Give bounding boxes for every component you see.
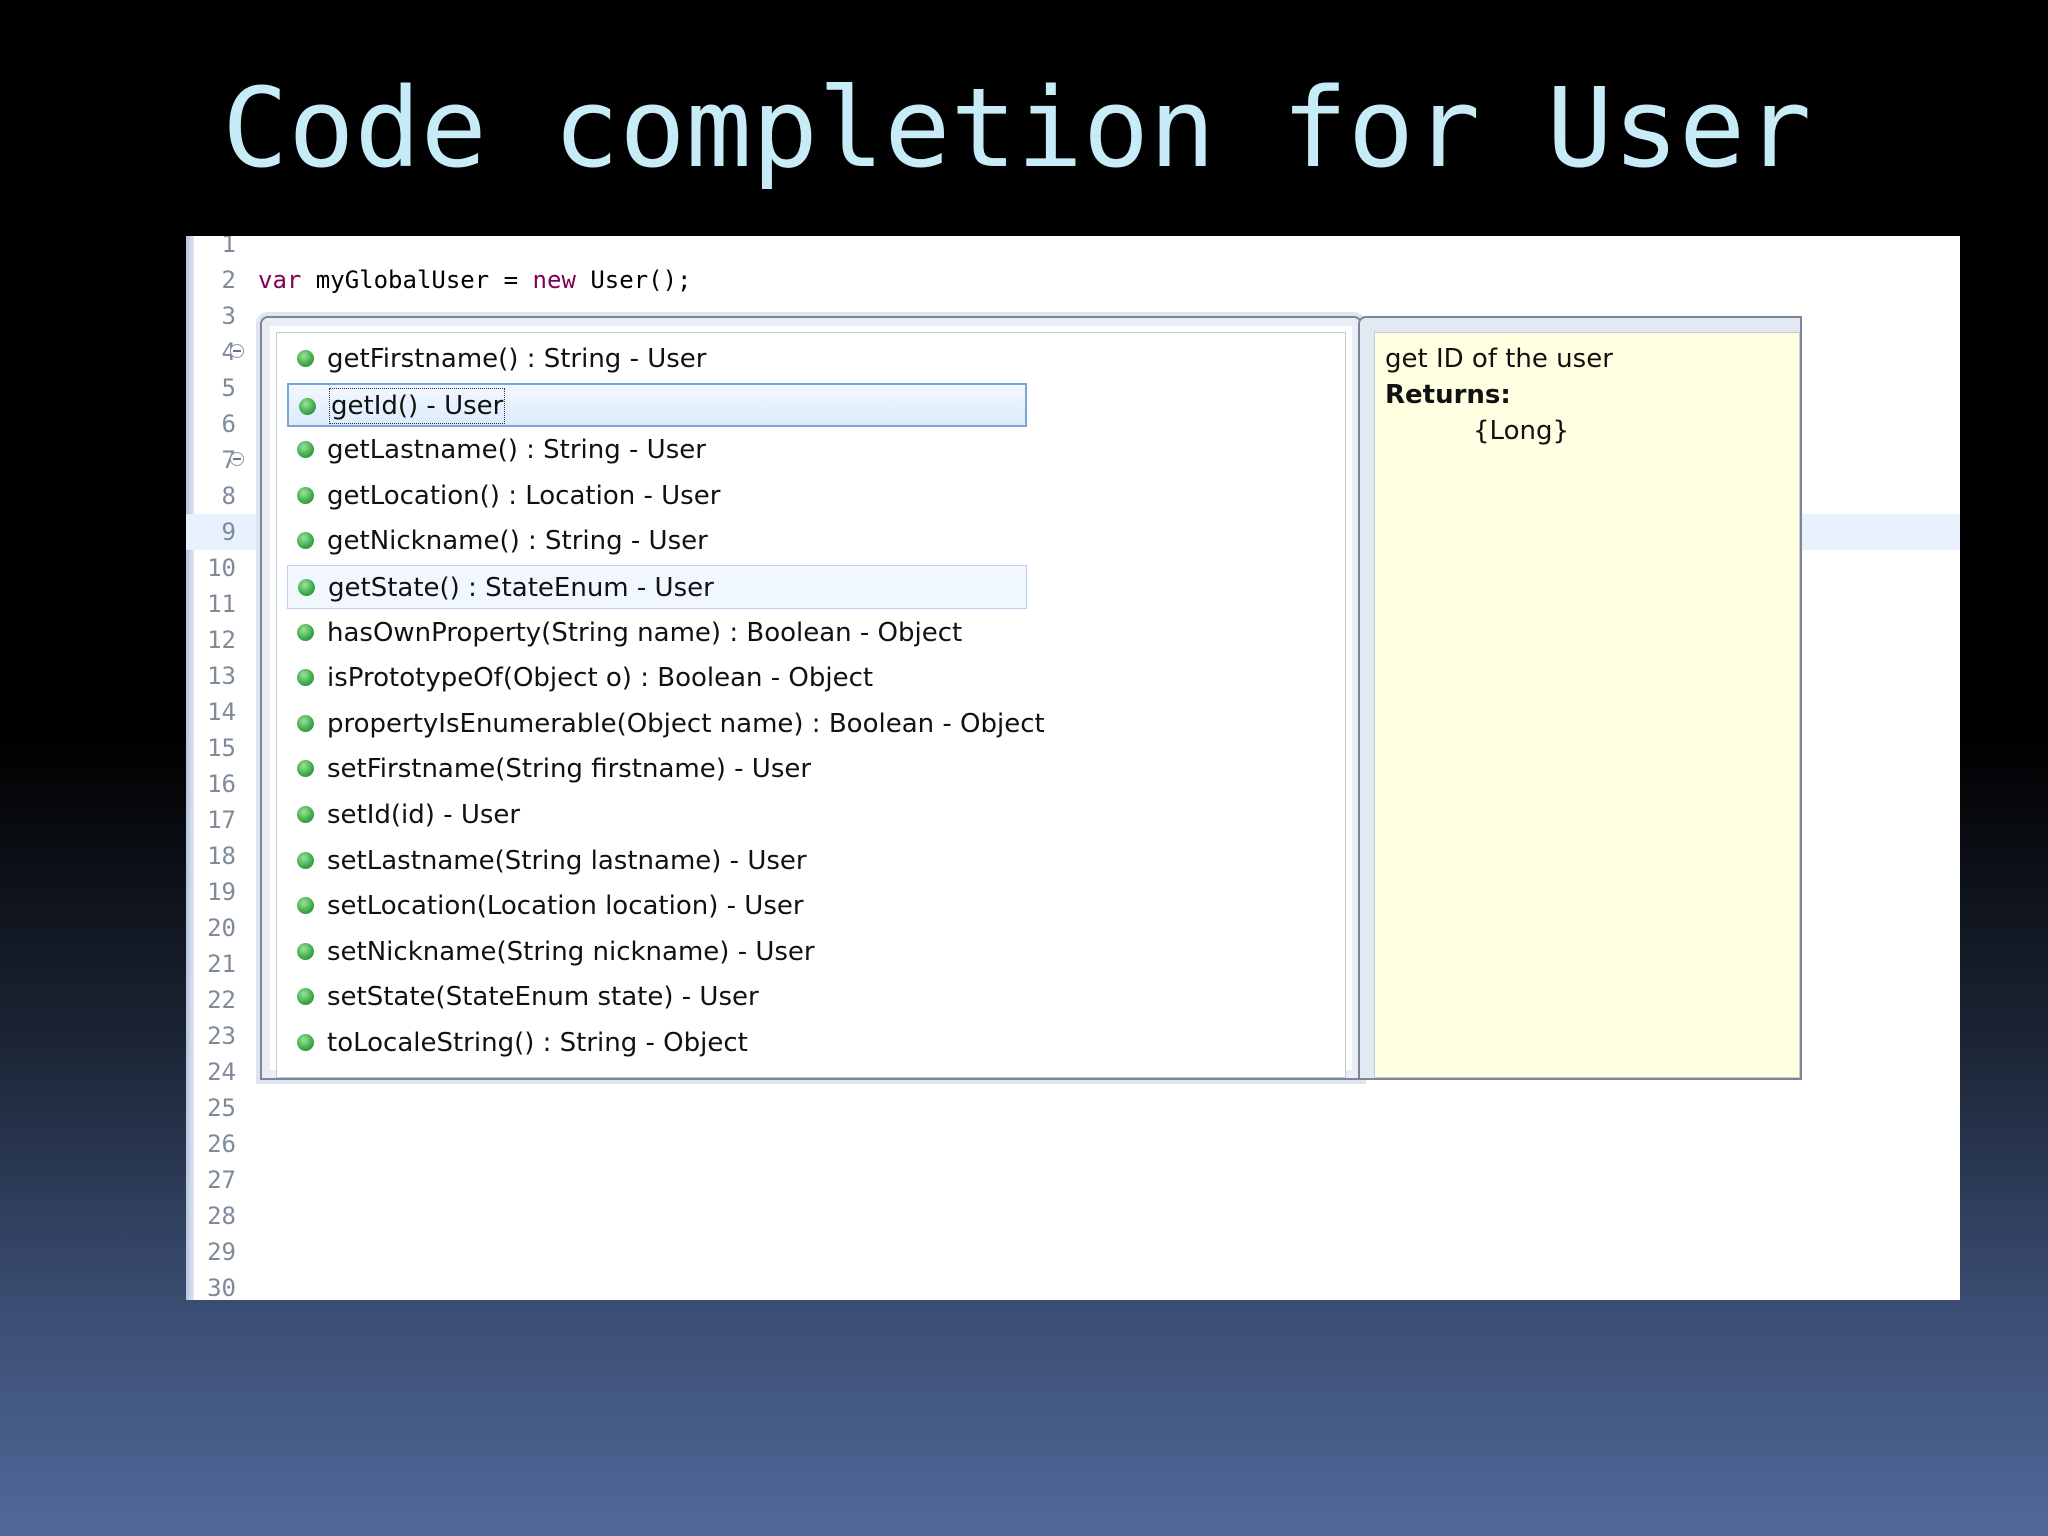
completion-item[interactable]: setLocation(Location location) - User (287, 884, 1027, 928)
public-method-icon (297, 988, 314, 1006)
line-number: 9 (221, 518, 236, 546)
line-number: 24 (207, 1058, 236, 1086)
public-method-icon (297, 1034, 314, 1051)
line-number: 25 (207, 1094, 236, 1122)
line-number: 21 (207, 950, 236, 978)
line-number: 15 (207, 734, 236, 762)
line-number: 13 (207, 662, 236, 690)
completion-item-label: setLocation(Location location) - User (327, 891, 804, 922)
completion-item-label: getId() - User (329, 387, 506, 424)
code-line[interactable]: 28 (186, 1198, 1960, 1234)
line-number: 8 (221, 482, 236, 510)
completion-item-label: getLastname() : String - User (327, 435, 706, 466)
public-method-icon (297, 760, 314, 778)
line-number: 5 (221, 374, 236, 402)
completion-item[interactable]: setState(StateEnum state) - User (287, 975, 1027, 1019)
completion-item[interactable]: toLocaleString() : String - Object (287, 1021, 1027, 1065)
completion-item[interactable]: getNickname() : String - User (287, 519, 1027, 563)
public-method-icon (297, 714, 314, 732)
code-line[interactable]: 26 (186, 1126, 1960, 1162)
public-method-icon (299, 397, 316, 415)
doc-returns-label: Returns: (1385, 380, 1511, 410)
public-method-icon (297, 532, 314, 550)
completion-item[interactable]: getFirstname() : String - User (287, 337, 1027, 381)
completion-item-label: getFirstname() : String - User (327, 344, 707, 374)
line-number: 30 (207, 1274, 236, 1300)
public-method-icon (297, 350, 314, 367)
documentation-content: get ID of the user Returns: {Long} (1374, 332, 1800, 1078)
completion-item-label: isPrototypeOf(Object o) : Boolean - Obje… (327, 663, 874, 694)
public-method-icon (297, 486, 314, 504)
code-line[interactable]: 27 (186, 1162, 1960, 1198)
completion-item[interactable]: setFirstname(String firstname) - User (287, 747, 1027, 791)
code-line[interactable]: 25 (186, 1090, 1960, 1126)
line-number: 23 (207, 1022, 236, 1050)
completion-item-label: setNickname(String nickname) - User (327, 936, 815, 967)
public-method-icon (297, 669, 314, 687)
line-number: 16 (207, 770, 236, 798)
code-line[interactable]: 29 (186, 1234, 1960, 1270)
completion-list[interactable]: getFirstname() : String - User getId() - … (276, 332, 1346, 1078)
line-number: 27 (207, 1166, 236, 1194)
completion-item[interactable]: getLastname() : String - User (287, 428, 1027, 472)
completion-item[interactable]: setLastname(String lastname) - User (287, 839, 1027, 883)
line-number: 12 (207, 626, 236, 654)
completion-item-label: setId(id) - User (327, 800, 521, 830)
line-number: 1 (221, 236, 236, 258)
public-method-icon (297, 623, 314, 641)
line-number: 29 (207, 1238, 236, 1266)
line-number: 10 (207, 554, 236, 582)
line-number: 22 (207, 986, 236, 1014)
public-method-icon (297, 851, 314, 869)
completion-item-label: setLastname(String lastname) - User (327, 845, 807, 876)
code-text: var myGlobalUser = new User(); (258, 266, 692, 294)
public-method-icon (298, 579, 315, 596)
completion-item-label: getLocation() : Location - User (327, 480, 721, 511)
completion-item-label: toLocaleString() : String - Object (327, 1028, 748, 1058)
line-number: 26 (207, 1130, 236, 1158)
completion-item-label: getNickname() : String - User (327, 526, 708, 557)
line-number: 11 (207, 590, 236, 618)
line-number: 18 (207, 842, 236, 870)
slide-title: Code completion for User (222, 64, 1812, 192)
line-number: 17 (207, 806, 236, 834)
public-method-icon (297, 806, 314, 823)
line-number: 3 (221, 302, 236, 330)
public-method-icon (297, 441, 314, 459)
completion-item[interactable]: setId(id) - User (287, 793, 1027, 837)
completion-item[interactable]: propertyIsEnumerable(Object name) : Bool… (287, 702, 1045, 746)
completion-item[interactable]: getId() - User (287, 382, 1027, 427)
code-completion-popup[interactable]: getFirstname() : String - User getId() - … (260, 316, 1362, 1080)
line-number: 6 (221, 410, 236, 438)
documentation-panel: get ID of the user Returns: {Long} (1358, 316, 1802, 1080)
line-number: 20 (207, 914, 236, 942)
completion-item[interactable]: getState() : StateEnum - User (287, 565, 1027, 609)
completion-item-label: getState() : StateEnum - User (328, 573, 714, 603)
code-line[interactable]: 1 (186, 236, 1960, 262)
completion-item-label: setState(StateEnum state) - User (327, 982, 759, 1013)
doc-returns-value: {Long} (1473, 416, 1570, 446)
doc-description: get ID of the user (1385, 344, 1613, 374)
completion-item-label: hasOwnProperty(String name) : Boolean - … (327, 617, 963, 648)
code-line[interactable]: 2 var myGlobalUser = new User(); (186, 262, 1960, 298)
fold-collapse-icon[interactable] (230, 344, 244, 358)
public-method-icon (297, 942, 314, 960)
completion-item[interactable]: setNickname(String nickname) - User (287, 930, 1027, 974)
completion-item-label: setFirstname(String firstname) - User (327, 754, 812, 785)
fold-collapse-icon[interactable] (230, 452, 244, 466)
completion-item-label: propertyIsEnumerable(Object name) : Bool… (327, 708, 1045, 739)
line-number: 2 (221, 266, 236, 294)
line-number: 28 (207, 1202, 236, 1230)
line-number: 19 (207, 878, 236, 906)
completion-item[interactable]: hasOwnProperty(String name) : Boolean - … (287, 611, 1027, 655)
public-method-icon (297, 897, 314, 915)
completion-item[interactable]: getLocation() : Location - User (287, 474, 1027, 518)
completion-item[interactable]: isPrototypeOf(Object o) : Boolean - Obje… (287, 656, 1027, 700)
line-number: 14 (207, 698, 236, 726)
code-line[interactable]: 30 (186, 1270, 1960, 1300)
